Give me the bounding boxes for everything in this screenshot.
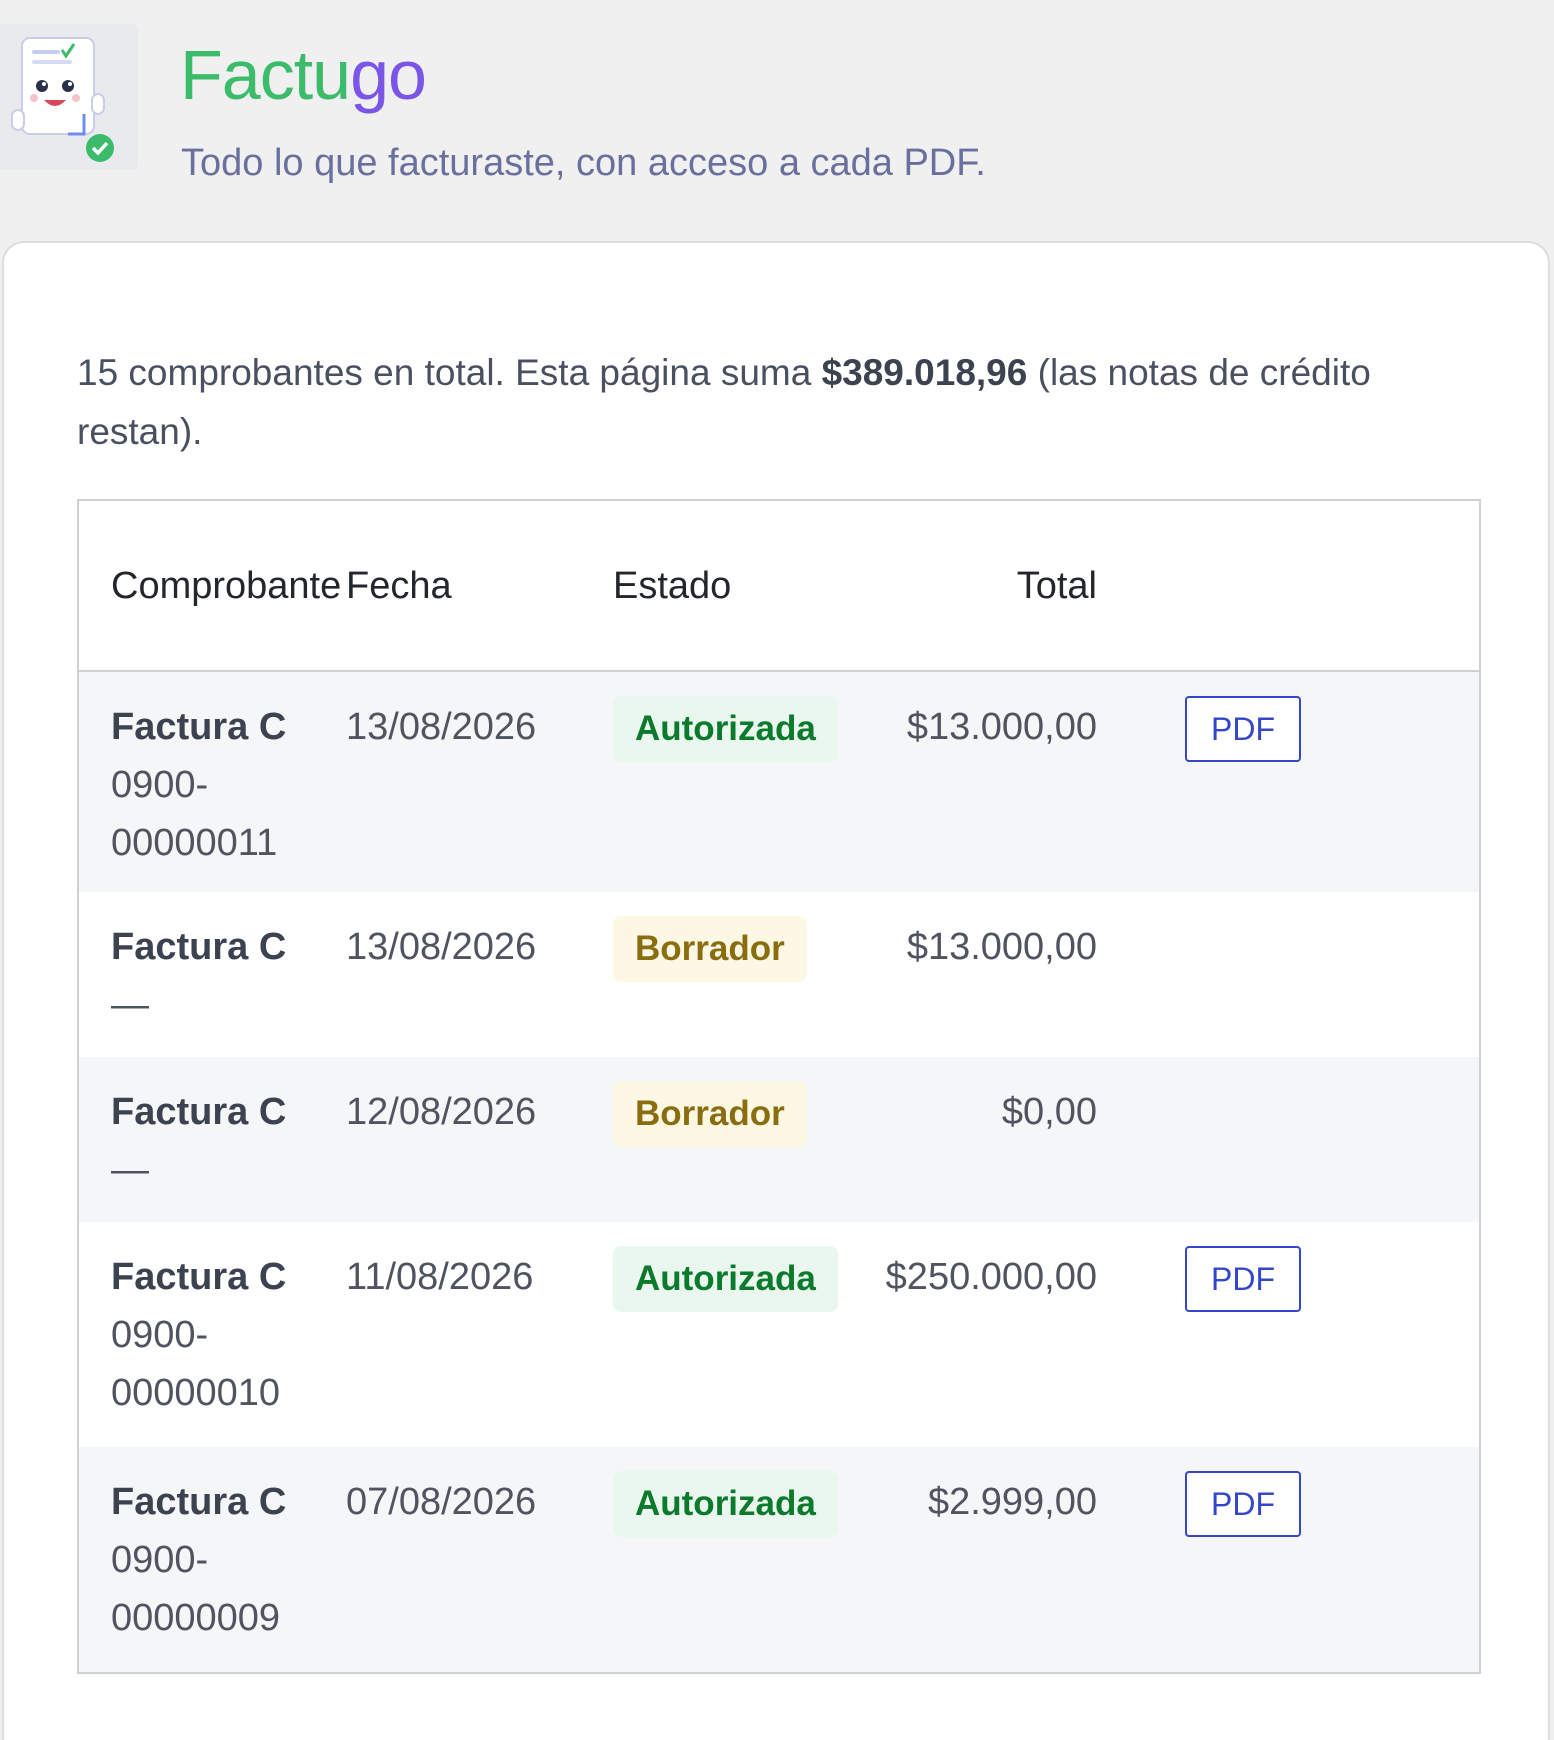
cell-actions	[1125, 892, 1479, 1057]
pdf-button[interactable]: PDF	[1185, 1246, 1301, 1312]
cell-fecha: 13/08/2026	[346, 926, 537, 968]
brand-text-part2: go	[350, 36, 427, 114]
invoice-type: Factura C	[111, 706, 287, 748]
cell-total: $0,00	[1001, 1091, 1097, 1133]
invoice-type: Factura C	[111, 1481, 287, 1523]
cell-estado: Borrador	[613, 892, 880, 1057]
column-header-estado: Estado	[613, 564, 732, 607]
cell-actions	[1125, 1057, 1479, 1222]
invoices-summary: 15 comprobantes en total. Esta página su…	[77, 343, 1477, 461]
status-badge: Autorizada	[613, 696, 838, 762]
table-header-row: Comprobante Fecha Estado Total	[79, 501, 1479, 671]
cell-comprobante: Factura C 0900-00000010	[79, 1222, 346, 1447]
cell-estado: Autorizada	[613, 1447, 880, 1672]
column-header-fecha: Fecha	[346, 564, 452, 607]
cell-total: $250.000,00	[885, 1256, 1097, 1298]
status-badge: Borrador	[613, 916, 807, 982]
cell-total: $2.999,00	[927, 1481, 1097, 1523]
cell-total: $13.000,00	[906, 926, 1097, 968]
app-header: Factugo Todo lo que facturaste, con acce…	[0, 0, 1554, 240]
invoice-number: 0900-00000009	[111, 1539, 281, 1639]
invoice-number: —	[111, 1149, 149, 1191]
cell-actions: PDF	[1125, 671, 1479, 892]
invoice-number: 0900-00000010	[111, 1314, 281, 1414]
table-row: Factura C — 13/08/2026 Borrador $13.000,…	[79, 892, 1479, 1057]
column-header-actions	[1125, 501, 1479, 671]
summary-amount: $389.018,96	[821, 352, 1028, 393]
cell-estado: Borrador	[613, 1057, 880, 1222]
table-row: Factura C — 12/08/2026 Borrador $0,00	[79, 1057, 1479, 1222]
cell-total: $13.000,00	[906, 706, 1097, 748]
cell-fecha: 11/08/2026	[346, 1256, 534, 1298]
invoice-number: 0900-00000011	[111, 764, 278, 864]
table-row: Factura C 0900-00000009 07/08/2026 Autor…	[79, 1447, 1479, 1672]
cell-comprobante: Factura C —	[79, 892, 346, 1057]
cell-comprobante: Factura C 0900-00000009	[79, 1447, 346, 1672]
cell-estado: Autorizada	[613, 1222, 880, 1447]
table-row: Factura C 0900-00000011 13/08/2026 Autor…	[79, 671, 1479, 892]
cell-comprobante: Factura C 0900-00000011	[79, 671, 346, 892]
status-badge: Borrador	[613, 1081, 807, 1147]
brand-logo-text: Factugo	[180, 30, 427, 120]
cell-fecha: 12/08/2026	[346, 1091, 537, 1133]
invoices-table: Comprobante Fecha Estado Total Factura C…	[79, 501, 1479, 1672]
invoices-card: 15 comprobantes en total. Esta página su…	[2, 241, 1550, 1740]
cell-comprobante: Factura C —	[79, 1057, 346, 1222]
column-header-comprobante: Comprobante	[111, 564, 342, 607]
column-header-total: Total	[1016, 564, 1097, 607]
status-badge: Autorizada	[613, 1246, 838, 1312]
invoice-type: Factura C	[111, 1256, 287, 1298]
cell-actions: PDF	[1125, 1222, 1479, 1447]
brand-text-part1: Factu	[180, 36, 351, 114]
invoice-mascot-icon	[0, 24, 138, 170]
invoice-number: —	[111, 984, 149, 1026]
invoice-type: Factura C	[111, 926, 287, 968]
pdf-button[interactable]: PDF	[1185, 1471, 1301, 1537]
status-badge: Autorizada	[613, 1471, 838, 1537]
invoices-table-container: Comprobante Fecha Estado Total Factura C…	[77, 499, 1481, 1674]
table-row: Factura C 0900-00000010 11/08/2026 Autor…	[79, 1222, 1479, 1447]
cell-fecha: 07/08/2026	[346, 1481, 537, 1523]
summary-prefix: 15 comprobantes en total. Esta página su…	[77, 352, 822, 393]
invoice-type: Factura C	[111, 1091, 287, 1133]
cell-actions: PDF	[1125, 1447, 1479, 1672]
page-tagline: Todo lo que facturaste, con acceso a cad…	[181, 142, 986, 184]
cell-fecha: 13/08/2026	[346, 706, 537, 748]
cell-estado: Autorizada	[613, 671, 880, 892]
pdf-button[interactable]: PDF	[1185, 696, 1301, 762]
